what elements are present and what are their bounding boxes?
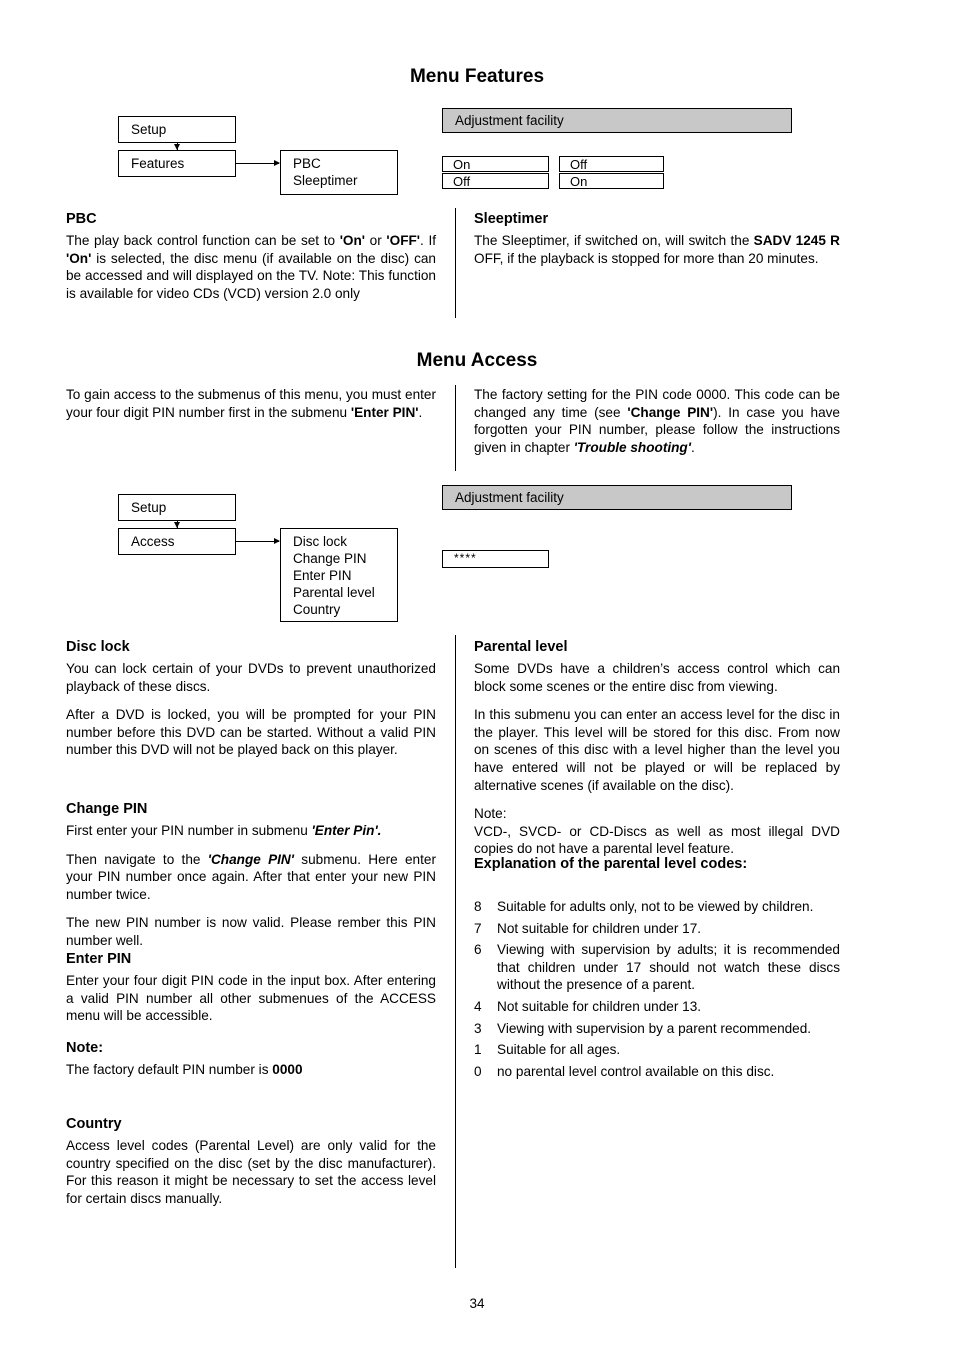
- list-item: 4 Not suitable for children under 13.: [474, 998, 840, 1016]
- section-sleeptimer: Sleeptimer The Sleeptimer, if switched o…: [474, 210, 840, 267]
- body-country: Access level codes (Parental Level) are …: [66, 1138, 436, 1206]
- label-parental-note: Note:: [474, 806, 507, 822]
- option-box-sleeptimer-off[interactable]: Off: [559, 156, 664, 172]
- body-disc-lock-2: After a DVD is locked, you will be promp…: [66, 707, 436, 758]
- code-value: 0: [474, 1063, 482, 1079]
- diagram-box-setup: Setup: [118, 116, 236, 143]
- code-value: 7: [474, 920, 482, 936]
- page-title-menu-access: Menu Access: [416, 350, 538, 371]
- body-enter-pin: Enter your four digit PIN code in the in…: [66, 973, 436, 1024]
- parental-code-list: 8 Suitable for adults only, not to be vi…: [474, 898, 840, 1084]
- diagram-box-setup-access: Setup: [118, 494, 236, 521]
- access-intro-left: To gain access to the submenus of this m…: [66, 386, 436, 421]
- heading-disc-lock: Disc lock: [66, 639, 130, 655]
- section-country: Country Access level codes (Parental Lev…: [66, 1115, 436, 1207]
- code-description: Not suitable for children under 17.: [497, 920, 702, 936]
- list-item: 1 Suitable for all ages.: [474, 1041, 840, 1059]
- section-enter-pin: Enter PIN Enter your four digit PIN code…: [66, 950, 436, 1078]
- access-intro-right: The factory setting for the PIN code 000…: [474, 386, 840, 456]
- code-description: Viewing with supervision by adults; it i…: [497, 942, 840, 993]
- code-value: 1: [474, 1042, 482, 1058]
- column-divider-body: [455, 635, 456, 1268]
- option-box-sleeptimer-on[interactable]: On: [559, 173, 664, 189]
- code-description: no parental level control available on t…: [497, 1063, 775, 1079]
- access-intro-left-text: To gain access to the submenus of this m…: [66, 387, 436, 420]
- code-value: 4: [474, 998, 482, 1014]
- section-code-explanation-heading: Explanation of the parental level codes:: [474, 855, 840, 877]
- list-item: 7 Not suitable for children under 17.: [474, 920, 840, 938]
- option-box-pbc-on[interactable]: On: [442, 156, 549, 172]
- body-change-pin-2: Then navigate to the 'Change PIN' submen…: [66, 851, 436, 902]
- adjustment-facility-header-access: Adjustment facility: [442, 485, 792, 510]
- section-parental-level: Parental level Some DVDs have a children…: [474, 638, 840, 858]
- heading-sleeptimer: Sleeptimer: [474, 211, 549, 227]
- diagram-box-access-submenu: Disc lock Change PIN Enter PIN Parental …: [280, 528, 398, 622]
- connector-features-to-submenu: [236, 163, 279, 164]
- body-parental-level-1: Some DVDs have a children’s access contr…: [474, 661, 840, 694]
- heading-country: Country: [66, 1116, 122, 1132]
- page-number: 34: [469, 1296, 485, 1311]
- code-description: Suitable for adults only, not to be view…: [497, 899, 814, 914]
- access-intro-right-text: The factory setting for the PIN code 000…: [474, 387, 840, 455]
- section-disc-lock: Disc lock You can lock certain of your D…: [66, 638, 436, 759]
- heading-change-pin: Change PIN: [66, 801, 148, 817]
- body-sleeptimer: The Sleeptimer, if switched on, will swi…: [474, 233, 840, 266]
- document-page: Menu Features Setup Features PBC Sleepti…: [0, 0, 954, 1351]
- body-parental-note: VCD-, SVCD- or CD-Discs as well as most …: [474, 823, 840, 857]
- connector-access-to-submenu: [236, 541, 279, 542]
- heading-enter-pin-note: Note:: [66, 1039, 104, 1056]
- adjustment-facility-header-features: Adjustment facility: [442, 108, 792, 133]
- heading-parental-level: Parental level: [474, 639, 568, 655]
- code-value: 8: [474, 899, 482, 914]
- pin-input-box[interactable]: ****: [442, 550, 549, 568]
- list-item: 3 Viewing with supervision by a parent r…: [474, 1020, 840, 1038]
- code-value: 3: [474, 1020, 482, 1036]
- section-pbc: PBC The play back control function can b…: [66, 210, 436, 302]
- heading-pbc: PBC: [66, 211, 97, 227]
- body-enter-pin-note: The factory default PIN number is 0000: [66, 1061, 303, 1077]
- code-description: Viewing with supervision by a parent rec…: [497, 1020, 812, 1036]
- section-change-pin: Change PIN First enter your PIN number i…: [66, 800, 436, 950]
- option-box-pbc-off[interactable]: Off: [442, 173, 549, 189]
- list-item: 8 Suitable for adults only, not to be vi…: [474, 898, 840, 916]
- column-divider-access-intro: [455, 385, 456, 471]
- body-change-pin-1: First enter your PIN number in submenu '…: [66, 823, 382, 838]
- body-pbc: The play back control function can be se…: [66, 233, 437, 301]
- heading-enter-pin: Enter PIN: [66, 951, 132, 967]
- code-value: 6: [474, 942, 482, 958]
- code-description: Suitable for all ages.: [497, 1042, 621, 1058]
- code-description: Not suitable for children under 13.: [497, 998, 702, 1014]
- body-parental-level-2: In this submenu you can enter an access …: [474, 707, 840, 793]
- heading-parental-codes: Explanation of the parental level codes:: [474, 856, 748, 872]
- page-title-menu-features: Menu Features: [409, 66, 545, 87]
- list-item: 6 Viewing with supervision by adults; it…: [474, 941, 840, 994]
- diagram-box-features-submenu: PBC Sleeptimer: [280, 150, 398, 195]
- body-change-pin-3: The new PIN number is now valid. Please …: [66, 915, 436, 948]
- body-disc-lock-1: You can lock certain of your DVDs to pre…: [66, 661, 436, 694]
- list-item: 0 no parental level control available on…: [474, 1063, 840, 1081]
- column-divider-features: [455, 208, 456, 318]
- diagram-box-access: Access: [118, 528, 236, 555]
- diagram-box-features: Features: [118, 150, 236, 177]
